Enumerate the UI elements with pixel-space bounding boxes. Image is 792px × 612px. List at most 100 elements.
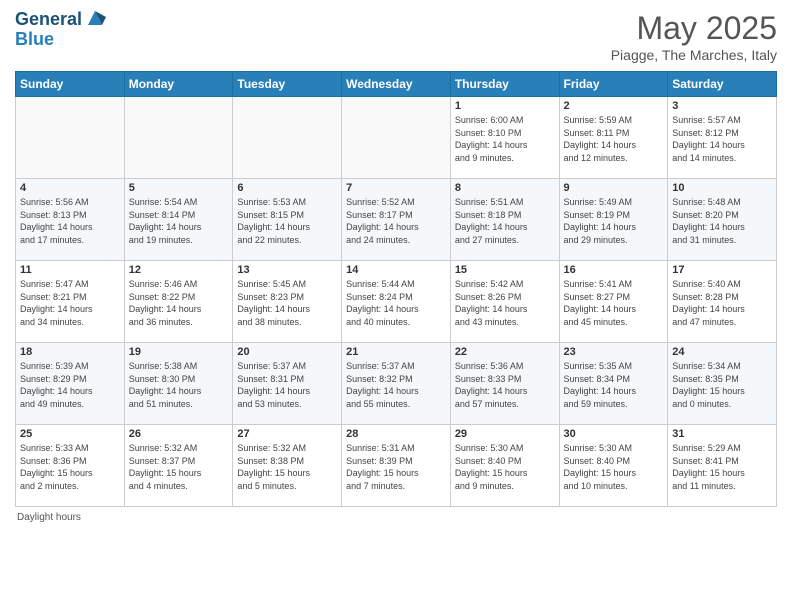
day-info: Sunrise: 5:31 AM Sunset: 8:39 PM Dayligh… <box>346 442 446 492</box>
day-info: Sunrise: 5:47 AM Sunset: 8:21 PM Dayligh… <box>20 278 120 328</box>
week-row-2: 4Sunrise: 5:56 AM Sunset: 8:13 PM Daylig… <box>16 179 777 261</box>
column-header-wednesday: Wednesday <box>342 72 451 97</box>
day-info: Sunrise: 5:29 AM Sunset: 8:41 PM Dayligh… <box>672 442 772 492</box>
day-number: 29 <box>455 428 555 440</box>
day-info: Sunrise: 5:53 AM Sunset: 8:15 PM Dayligh… <box>237 196 337 246</box>
day-info: Sunrise: 5:32 AM Sunset: 8:38 PM Dayligh… <box>237 442 337 492</box>
day-cell: 25 Sunrise: 5:33 AM Sunset: 8:36 PM Dayli… <box>16 425 125 507</box>
day-cell <box>233 97 342 179</box>
day-number: 11 <box>20 264 120 276</box>
day-number: 14 <box>346 264 446 276</box>
column-header-tuesday: Tuesday <box>233 72 342 97</box>
day-info: Sunrise: 5:51 AM Sunset: 8:18 PM Dayligh… <box>455 196 555 246</box>
day-info: Sunrise: 5:45 AM Sunset: 8:23 PM Dayligh… <box>237 278 337 328</box>
day-info: Sunrise: 5:46 AM Sunset: 8:22 PM Dayligh… <box>129 278 229 328</box>
day-cell: 7 Sunrise: 5:52 AM Sunset: 8:17 PM Daylig… <box>342 179 451 261</box>
day-info: Sunrise: 5:39 AM Sunset: 8:29 PM Dayligh… <box>20 360 120 410</box>
day-info: Sunrise: 5:32 AM Sunset: 8:37 PM Dayligh… <box>129 442 229 492</box>
day-cell: 22 Sunrise: 5:36 AM Sunset: 8:33 PM Dayli… <box>450 343 559 425</box>
day-cell: 5 Sunrise: 5:54 AM Sunset: 8:14 PM Daylig… <box>124 179 233 261</box>
day-cell: 19Sunrise: 5:38 AM Sunset: 8:30 PM Dayli… <box>124 343 233 425</box>
day-info: Sunrise: 5:36 AM Sunset: 8:33 PM Dayligh… <box>455 360 555 410</box>
day-info: Sunrise: 5:42 AM Sunset: 8:26 PM Dayligh… <box>455 278 555 328</box>
footer: Daylight hours <box>15 512 777 523</box>
calendar: SundayMondayTuesdayWednesdayThursdayFrid… <box>15 71 777 507</box>
week-row-4: 18 Sunrise: 5:39 AM Sunset: 8:29 PM Dayli… <box>16 343 777 425</box>
column-header-sunday: Sunday <box>16 72 125 97</box>
day-number: 2 <box>564 100 664 112</box>
logo: General Blue <box>15 10 106 50</box>
day-number: 15 <box>455 264 555 276</box>
logo-icon <box>84 7 106 29</box>
day-cell: 28 Sunrise: 5:31 AM Sunset: 8:39 PM Dayli… <box>342 425 451 507</box>
day-info: Sunrise: 5:41 AM Sunset: 8:27 PM Dayligh… <box>564 278 664 328</box>
day-info: Sunrise: 5:52 AM Sunset: 8:17 PM Dayligh… <box>346 196 446 246</box>
day-cell: 8Sunrise: 5:51 AM Sunset: 8:18 PM Daylig… <box>450 179 559 261</box>
logo-text: General <box>15 10 82 30</box>
column-header-thursday: Thursday <box>450 72 559 97</box>
day-cell: 9 Sunrise: 5:49 AM Sunset: 8:19 PM Daylig… <box>559 179 668 261</box>
day-info: Sunrise: 5:38 AM Sunset: 8:30 PM Dayligh… <box>129 360 229 410</box>
logo-blue: Blue <box>15 30 106 50</box>
header: General Blue May 2025 Piagge, The Marche… <box>15 10 777 63</box>
day-number: 1 <box>455 100 555 112</box>
month-title: May 2025 <box>611 10 777 47</box>
column-header-friday: Friday <box>559 72 668 97</box>
day-info: Sunrise: 5:44 AM Sunset: 8:24 PM Dayligh… <box>346 278 446 328</box>
day-number: 4 <box>20 182 120 194</box>
day-number: 26 <box>129 428 229 440</box>
day-info: Sunrise: 5:57 AM Sunset: 8:12 PM Dayligh… <box>672 114 772 164</box>
day-cell: 29 Sunrise: 5:30 AM Sunset: 8:40 PM Dayli… <box>450 425 559 507</box>
day-info: Sunrise: 5:34 AM Sunset: 8:35 PM Dayligh… <box>672 360 772 410</box>
day-info: Sunrise: 6:00 AM Sunset: 8:10 PM Dayligh… <box>455 114 555 164</box>
day-cell: 16Sunrise: 5:41 AM Sunset: 8:27 PM Dayli… <box>559 261 668 343</box>
calendar-header: SundayMondayTuesdayWednesdayThursdayFrid… <box>16 72 777 97</box>
day-number: 3 <box>672 100 772 112</box>
day-cell: 3 Sunrise: 5:57 AM Sunset: 8:12 PM Daylig… <box>668 97 777 179</box>
day-cell: 10Sunrise: 5:48 AM Sunset: 8:20 PM Dayli… <box>668 179 777 261</box>
day-cell: 11 Sunrise: 5:47 AM Sunset: 8:21 PM Dayli… <box>16 261 125 343</box>
day-info: Sunrise: 5:37 AM Sunset: 8:31 PM Dayligh… <box>237 360 337 410</box>
week-row-1: 1 Sunrise: 6:00 AM Sunset: 8:10 PM Daylig… <box>16 97 777 179</box>
day-info: Sunrise: 5:54 AM Sunset: 8:14 PM Dayligh… <box>129 196 229 246</box>
day-cell: 13 Sunrise: 5:45 AM Sunset: 8:23 PM Dayli… <box>233 261 342 343</box>
day-number: 6 <box>237 182 337 194</box>
day-number: 20 <box>237 346 337 358</box>
column-header-monday: Monday <box>124 72 233 97</box>
day-number: 5 <box>129 182 229 194</box>
day-cell: 17Sunrise: 5:40 AM Sunset: 8:28 PM Dayli… <box>668 261 777 343</box>
day-info: Sunrise: 5:30 AM Sunset: 8:40 PM Dayligh… <box>455 442 555 492</box>
day-info: Sunrise: 5:33 AM Sunset: 8:36 PM Dayligh… <box>20 442 120 492</box>
day-number: 12 <box>129 264 229 276</box>
day-info: Sunrise: 5:35 AM Sunset: 8:34 PM Dayligh… <box>564 360 664 410</box>
day-number: 23 <box>564 346 664 358</box>
day-cell: 2 Sunrise: 5:59 AM Sunset: 8:11 PM Daylig… <box>559 97 668 179</box>
day-info: Sunrise: 5:30 AM Sunset: 8:40 PM Dayligh… <box>564 442 664 492</box>
title-area: May 2025 Piagge, The Marches, Italy <box>611 10 777 63</box>
day-cell: 21Sunrise: 5:37 AM Sunset: 8:32 PM Dayli… <box>342 343 451 425</box>
day-cell: 24 Sunrise: 5:34 AM Sunset: 8:35 PM Dayli… <box>668 343 777 425</box>
day-cell: 23 Sunrise: 5:35 AM Sunset: 8:34 PM Dayli… <box>559 343 668 425</box>
day-number: 24 <box>672 346 772 358</box>
header-row: SundayMondayTuesdayWednesdayThursdayFrid… <box>16 72 777 97</box>
day-number: 10 <box>672 182 772 194</box>
day-cell: 12 Sunrise: 5:46 AM Sunset: 8:22 PM Dayli… <box>124 261 233 343</box>
day-number: 9 <box>564 182 664 194</box>
day-info: Sunrise: 5:59 AM Sunset: 8:11 PM Dayligh… <box>564 114 664 164</box>
day-info: Sunrise: 5:40 AM Sunset: 8:28 PM Dayligh… <box>672 278 772 328</box>
day-cell <box>124 97 233 179</box>
day-number: 13 <box>237 264 337 276</box>
day-number: 18 <box>20 346 120 358</box>
day-cell: 20 Sunrise: 5:37 AM Sunset: 8:31 PM Dayli… <box>233 343 342 425</box>
day-cell: 27Sunrise: 5:32 AM Sunset: 8:38 PM Dayli… <box>233 425 342 507</box>
day-cell: 6 Sunrise: 5:53 AM Sunset: 8:15 PM Daylig… <box>233 179 342 261</box>
day-cell: 18 Sunrise: 5:39 AM Sunset: 8:29 PM Dayli… <box>16 343 125 425</box>
day-info: Sunrise: 5:49 AM Sunset: 8:19 PM Dayligh… <box>564 196 664 246</box>
day-number: 22 <box>455 346 555 358</box>
day-number: 25 <box>20 428 120 440</box>
week-row-3: 11 Sunrise: 5:47 AM Sunset: 8:21 PM Dayli… <box>16 261 777 343</box>
day-number: 7 <box>346 182 446 194</box>
day-number: 28 <box>346 428 446 440</box>
day-cell: 30Sunrise: 5:30 AM Sunset: 8:40 PM Dayli… <box>559 425 668 507</box>
daylight-label: Daylight hours <box>17 512 81 523</box>
